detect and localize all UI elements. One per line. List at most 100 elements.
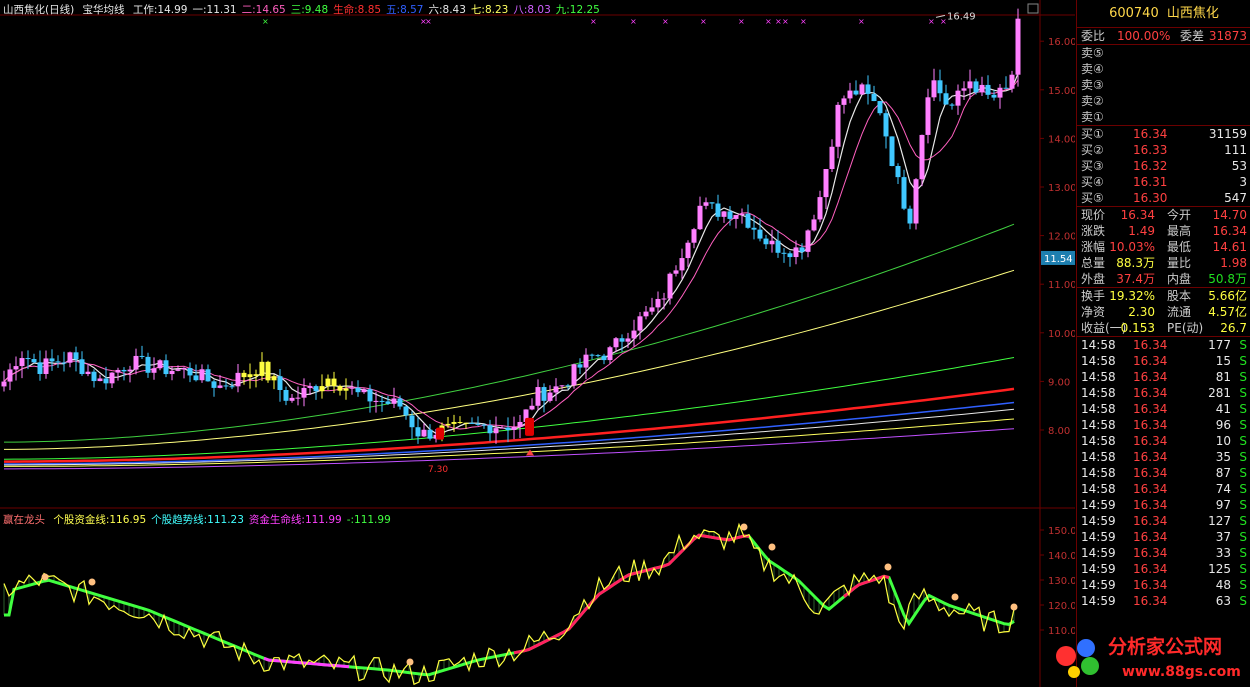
tick-row[interactable]: 14:58 16.34 35 S [1077, 449, 1250, 465]
tick-row[interactable]: 14:59 16.34 97 S [1077, 497, 1250, 513]
candle-body [199, 369, 205, 381]
candle-body [121, 369, 127, 372]
candle-body [535, 387, 541, 406]
candle-body [133, 355, 139, 370]
tick-side: S [1239, 546, 1247, 560]
tick-row[interactable]: 14:59 16.34 48 S [1077, 577, 1250, 593]
candle-body [445, 423, 451, 426]
candle-body [877, 101, 883, 114]
tick-row[interactable]: 14:58 16.34 281 S [1077, 385, 1250, 401]
candle-body [19, 358, 25, 367]
price-tick-label: 16.00 [1048, 37, 1075, 48]
stat-label: 今开 [1167, 208, 1192, 222]
candle-body [367, 389, 373, 402]
stock-header: 600740 山西焦化 [1077, 0, 1250, 28]
stat-label: 涨幅 [1081, 240, 1106, 254]
tick-time: 14:59 [1081, 546, 1116, 560]
buy-row: 买③ 16.32 53 [1077, 158, 1250, 174]
tick-list[interactable]: 14:58 16.34 177 S 14:58 16.34 15 S 14:58 16.34 81 S… [1077, 337, 1250, 609]
candle-body [613, 338, 619, 348]
tick-side: S [1239, 402, 1247, 416]
candle-body [373, 400, 379, 402]
tick-row[interactable]: 14:59 16.34 127 S [1077, 513, 1250, 529]
candle-body [601, 355, 607, 361]
tick-price: 16.34 [1133, 338, 1168, 352]
sell-orders: 卖⑤ 卖④ 卖③ 卖② 卖① [1077, 45, 1250, 126]
stat-value: 14.61 [1212, 240, 1247, 254]
candle-body [361, 389, 367, 393]
candle-body [949, 104, 955, 106]
tick-row[interactable]: 14:59 16.34 33 S [1077, 545, 1250, 561]
sell-label: 卖① [1081, 110, 1104, 124]
candle-body [817, 197, 823, 220]
tick-row[interactable]: 14:58 16.34 96 S [1077, 417, 1250, 433]
tick-row[interactable]: 14:59 16.34 125 S [1077, 561, 1250, 577]
tick-row[interactable]: 14:58 16.34 74 S [1077, 481, 1250, 497]
price-tick-label: 12.00 [1048, 232, 1075, 243]
tick-time: 14:59 [1081, 594, 1116, 608]
candle-body [1003, 87, 1009, 89]
candle-body [241, 372, 247, 378]
candle-body [247, 374, 253, 378]
legend-item: 个股资金线:116.95 [53, 514, 147, 526]
marker-icon [88, 578, 96, 586]
candle-body [739, 213, 745, 216]
tick-volume: 41 [1215, 402, 1231, 416]
candle-body [391, 398, 397, 404]
sub-tick-label: 120.0 [1048, 601, 1075, 612]
buy-volume: 547 [1224, 191, 1247, 205]
candle-body [901, 177, 907, 209]
tick-row[interactable]: 14:58 16.34 15 S [1077, 353, 1250, 369]
stock-name: 山西焦化 [1166, 6, 1219, 21]
candle-body [913, 179, 919, 224]
tick-time: 14:59 [1081, 578, 1116, 592]
tick-row[interactable]: 14:58 16.34 177 S [1077, 337, 1250, 353]
tick-row[interactable]: 14:59 16.34 63 S [1077, 593, 1250, 609]
candle-body [589, 354, 595, 356]
candle-body [1015, 18, 1021, 75]
tick-row[interactable]: 14:58 16.34 41 S [1077, 401, 1250, 417]
legend-item: 个股趋势线:111.23 [151, 514, 244, 526]
tick-row[interactable]: 14:59 16.34 37 S [1077, 529, 1250, 545]
candle-body [961, 88, 967, 91]
candle-body [997, 87, 1003, 98]
stat-label: 涨跌 [1081, 224, 1106, 238]
tick-price: 16.34 [1133, 482, 1168, 496]
tick-side: S [1239, 418, 1247, 432]
tick-volume: 127 [1208, 514, 1231, 528]
tick-row[interactable]: 14:58 16.34 81 S [1077, 369, 1250, 385]
candle-body [349, 387, 355, 389]
candle-body [505, 427, 511, 430]
candle-body [583, 354, 589, 368]
stat-label: 内盘 [1167, 272, 1192, 286]
tick-side: S [1239, 578, 1247, 592]
price-tick-label: 9.00 [1048, 377, 1070, 388]
tick-row[interactable]: 14:58 16.34 10 S [1077, 433, 1250, 449]
price-chart-svg[interactable]: 16.00 15.00 14.00 13.00 12.00 11.00 10.00 9.00 8… [0, 0, 1075, 687]
sell-row: 卖② [1077, 93, 1250, 109]
tick-time: 14:58 [1081, 466, 1116, 480]
candle-body [655, 298, 661, 308]
candle-body [643, 311, 649, 317]
tick-side: S [1239, 498, 1247, 512]
tick-volume: 87 [1215, 466, 1231, 480]
tick-price: 16.34 [1133, 354, 1168, 368]
tick-price: 16.34 [1133, 466, 1168, 480]
candle-body [97, 378, 103, 382]
candle-body [103, 378, 109, 384]
watermark-text: 分析家公式网 [1108, 636, 1223, 658]
signal-x-icon: × [800, 17, 807, 26]
candle-body [985, 84, 991, 95]
tick-row[interactable]: 14:58 16.34 87 S [1077, 465, 1250, 481]
candle-body [517, 421, 523, 427]
legend-item: 九:12.25 [555, 4, 600, 16]
tick-time: 14:59 [1081, 514, 1116, 528]
legend-item: 工作:14.99 [132, 4, 188, 16]
candle-body [805, 230, 811, 252]
stat-label: 量比 [1167, 256, 1192, 270]
fund-row: 净资 2.30 流通 4.57亿 [1077, 304, 1250, 320]
kline-chart-area[interactable]: 16.00 15.00 14.00 13.00 12.00 11.00 10.00 9.00 8… [0, 0, 1075, 687]
candle-body [427, 429, 433, 439]
candle-body [289, 397, 295, 401]
candle-body [781, 252, 787, 254]
